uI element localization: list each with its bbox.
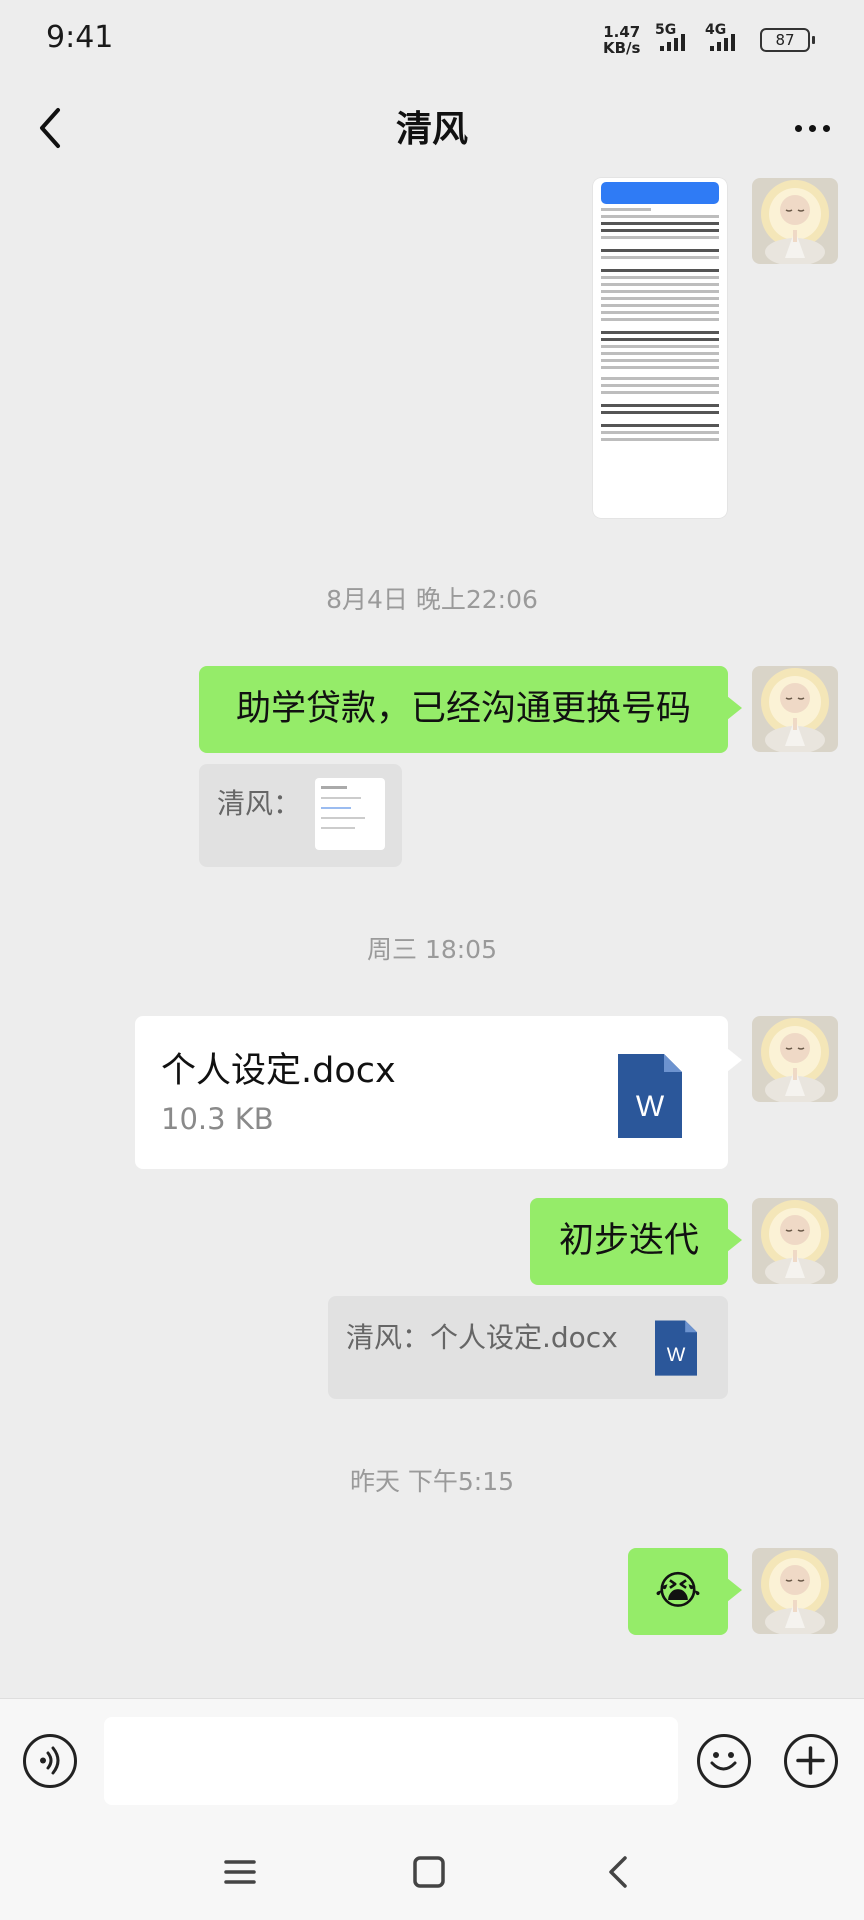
file-size: 10.3 KB <box>161 1102 274 1136</box>
avatar-monk-icon <box>752 1548 838 1634</box>
more-dot <box>822 124 830 132</box>
crying-emoji-icon: 😭 <box>654 1568 702 1614</box>
more-dot <box>808 124 816 132</box>
chat-header: 清风 <box>0 78 864 178</box>
word-doc-icon: W <box>655 1320 697 1376</box>
voice-button[interactable] <box>23 1734 77 1788</box>
emoji-button[interactable] <box>697 1734 751 1788</box>
back-nav-button[interactable] <box>598 1852 638 1892</box>
avatar-monk-icon <box>752 1198 838 1284</box>
chat-area[interactable]: 8月4日 晚上22:06 助学贷款，已经沟通更换号码 清风： 周三 18:05 … <box>0 178 864 1698</box>
home-nav-button[interactable] <box>409 1852 449 1892</box>
avatar[interactable] <box>752 178 838 264</box>
sent-emoji-message[interactable]: 😭 <box>628 1548 742 1635</box>
battery-icon: 87 <box>760 28 815 52</box>
back-icon <box>609 1856 627 1888</box>
avatar-monk-icon <box>752 1016 838 1102</box>
plus-icon <box>796 1746 825 1775</box>
quoted-reply[interactable]: 清风：个人设定.docx W <box>328 1296 728 1399</box>
timestamp: 周三 18:05 <box>367 935 497 964</box>
status-time: 9:41 <box>46 20 114 55</box>
status-bar: 9:41 1.47 KB/s 5G 4G 87 <box>0 0 864 78</box>
net-speed: 1.47 KB/s <box>603 23 641 57</box>
more-dot <box>794 124 802 132</box>
avatar-monk-icon <box>752 178 838 264</box>
plus-button[interactable] <box>784 1734 838 1788</box>
timestamp: 昨天 下午5:15 <box>349 1467 515 1496</box>
avatar[interactable] <box>752 1016 838 1102</box>
signal-5g-bars-icon <box>660 34 685 51</box>
quote-sender: 清风： <box>217 787 302 820</box>
avatar[interactable] <box>752 666 838 752</box>
quote-image-thumbnail[interactable] <box>315 778 385 850</box>
quoted-reply[interactable]: 清风： <box>199 764 402 867</box>
quote-text: 清风：个人设定.docx <box>346 1321 618 1354</box>
file-message[interactable]: 个人设定.docx 10.3 KB W <box>135 1016 742 1169</box>
page-title: 清风 <box>395 109 468 150</box>
word-doc-icon: W <box>618 1054 682 1138</box>
voice-icon <box>40 1746 60 1775</box>
file-name: 个人设定.docx <box>161 1051 396 1091</box>
signal-4g-bars-icon <box>710 34 735 51</box>
menu-nav-button[interactable] <box>220 1852 260 1892</box>
timestamp: 8月4日 晚上22:06 <box>326 585 538 614</box>
system-nav-bar <box>0 1822 864 1920</box>
emoji-icon <box>710 1752 737 1771</box>
avatar-monk-icon <box>752 666 838 752</box>
svg-text:W: W <box>667 1344 686 1366</box>
more-button[interactable] <box>784 100 840 156</box>
sent-message[interactable]: 助学贷款，已经沟通更换号码 <box>199 666 742 753</box>
sent-message[interactable]: 初步迭代 <box>530 1198 742 1285</box>
home-icon <box>413 1856 445 1888</box>
message-input[interactable] <box>104 1717 678 1805</box>
input-bar <box>0 1698 864 1823</box>
avatar[interactable] <box>752 1198 838 1284</box>
svg-text:W: W <box>636 1090 665 1123</box>
avatar[interactable] <box>752 1548 838 1634</box>
menu-icon <box>224 1860 256 1884</box>
image-message-document-screenshot[interactable] <box>593 178 727 518</box>
